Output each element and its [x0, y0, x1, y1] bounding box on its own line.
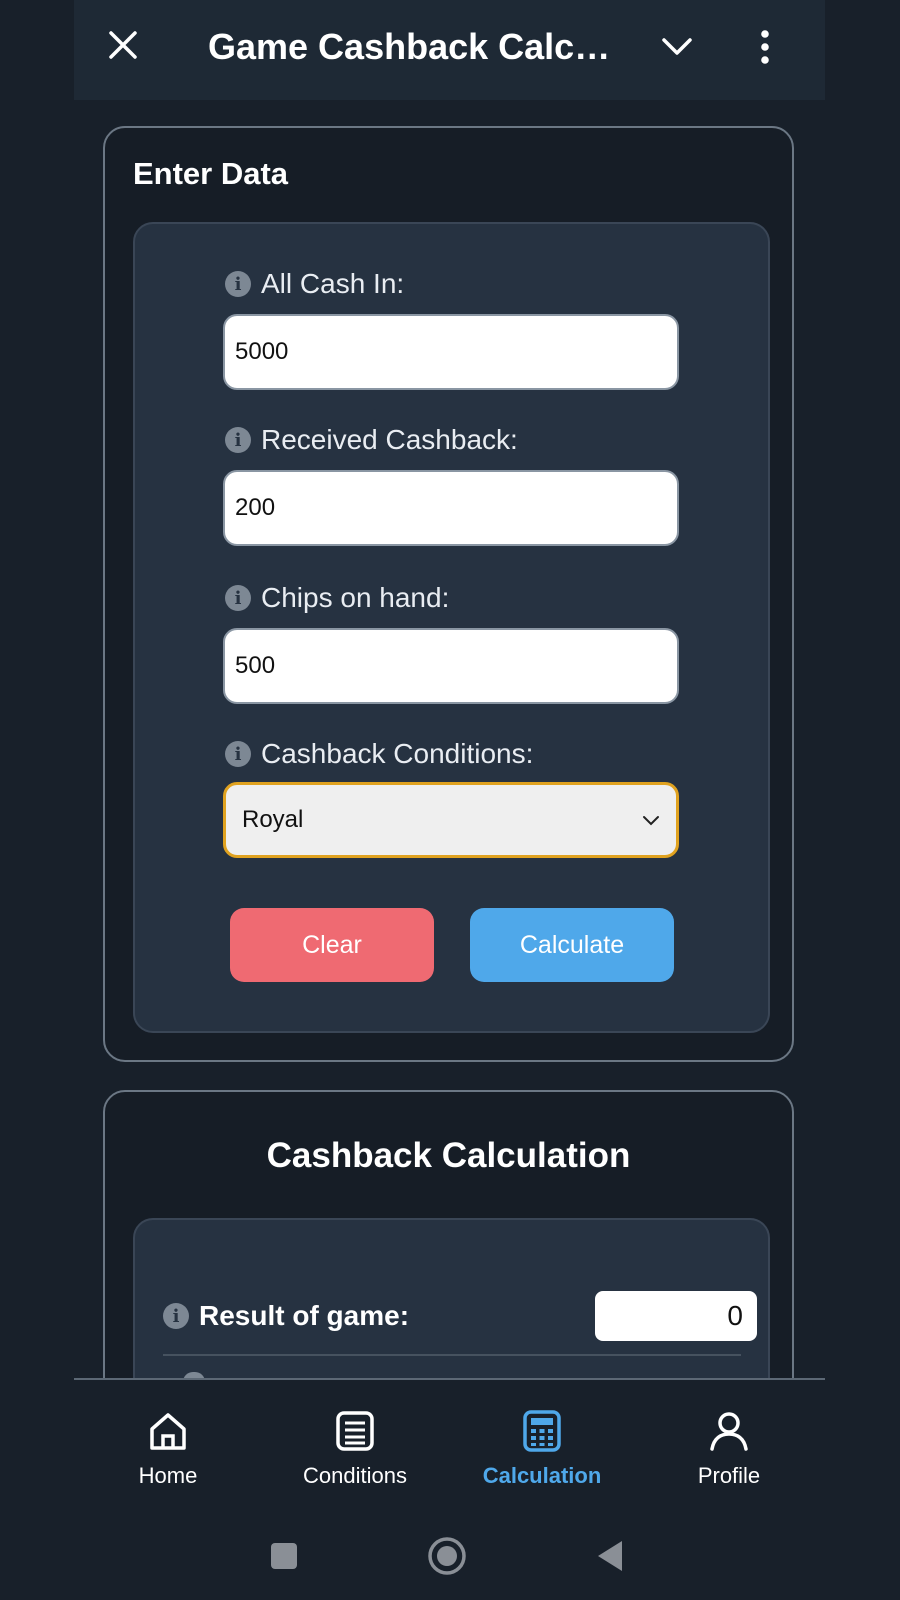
all-cash-in-input[interactable]	[223, 314, 679, 390]
phone-screen: Game Cashback Calcul... Enter Data i All…	[0, 0, 900, 1600]
all-cash-in-label: i All Cash In:	[225, 268, 404, 300]
cashback-calculation-heading: Cashback Calculation	[266, 1136, 631, 1175]
input-panel: i All Cash In: i Received Cashback: i Ch…	[133, 222, 770, 1033]
bottom-navigation: Home Conditions Calculation Profile	[74, 1378, 825, 1512]
nav-item-profile[interactable]: Profile	[644, 1410, 814, 1500]
result-of-game-value: 0	[595, 1291, 757, 1341]
clear-button[interactable]: Clear	[230, 908, 434, 982]
nav-label-conditions: Conditions	[303, 1463, 407, 1488]
divider	[163, 1354, 741, 1356]
info-icon[interactable]: i	[225, 427, 251, 453]
info-icon[interactable]: i	[225, 271, 251, 297]
nav-item-home[interactable]: Home	[83, 1410, 253, 1500]
result-of-game-label: Result of game:	[199, 1300, 410, 1331]
calculator-icon	[521, 1410, 563, 1457]
cashback-conditions-label-text: Cashback Conditions:	[261, 738, 534, 769]
info-icon[interactable]: i	[225, 585, 251, 611]
nav-label-home: Home	[138, 1463, 198, 1488]
back-icon[interactable]	[586, 1532, 634, 1580]
chevron-down-icon[interactable]	[654, 24, 700, 70]
nav-label-profile: Profile	[697, 1463, 761, 1488]
chips-on-hand-label: i Chips on hand:	[225, 582, 449, 614]
all-cash-in-label-text: All Cash In:	[261, 268, 405, 299]
cashback-conditions-selected: Royal	[242, 806, 304, 833]
result-of-game-row: i Result of game: 0	[163, 1278, 757, 1354]
info-icon[interactable]: i	[225, 741, 251, 767]
nav-label-calculation: Calculation	[482, 1463, 602, 1488]
info-icon[interactable]: i	[163, 1303, 189, 1329]
cashback-conditions-label: i Cashback Conditions:	[225, 738, 533, 770]
close-icon[interactable]	[100, 22, 146, 68]
received-cashback-label: i Received Cashback:	[225, 424, 518, 456]
enter-data-card: Enter Data i All Cash In: i Received Cas…	[103, 126, 794, 1062]
profile-icon	[708, 1410, 750, 1457]
calculate-button[interactable]: Calculate	[470, 908, 674, 982]
top-app-bar: Game Cashback Calcul...	[74, 0, 825, 100]
list-icon	[334, 1410, 376, 1457]
enter-data-heading: Enter Data	[133, 156, 289, 191]
recents-icon[interactable]	[260, 1532, 308, 1580]
received-cashback-input[interactable]	[223, 470, 679, 546]
chevron-down-icon	[642, 806, 660, 834]
nav-item-calculation[interactable]: Calculation	[457, 1410, 627, 1500]
home-icon	[147, 1410, 189, 1457]
system-navigation-bar	[0, 1512, 900, 1600]
received-cashback-label-text: Received Cashback:	[261, 424, 518, 455]
nav-item-conditions[interactable]: Conditions	[270, 1410, 440, 1500]
home-circle-icon[interactable]	[423, 1532, 471, 1580]
more-vertical-icon[interactable]	[742, 24, 788, 70]
chips-on-hand-label-text: Chips on hand:	[261, 582, 450, 613]
page-title: Game Cashback Calcul...	[208, 26, 628, 67]
app-screen: Game Cashback Calcul... Enter Data i All…	[74, 0, 825, 1600]
chips-on-hand-input[interactable]	[223, 628, 679, 704]
cashback-conditions-select[interactable]: Royal	[223, 782, 679, 858]
